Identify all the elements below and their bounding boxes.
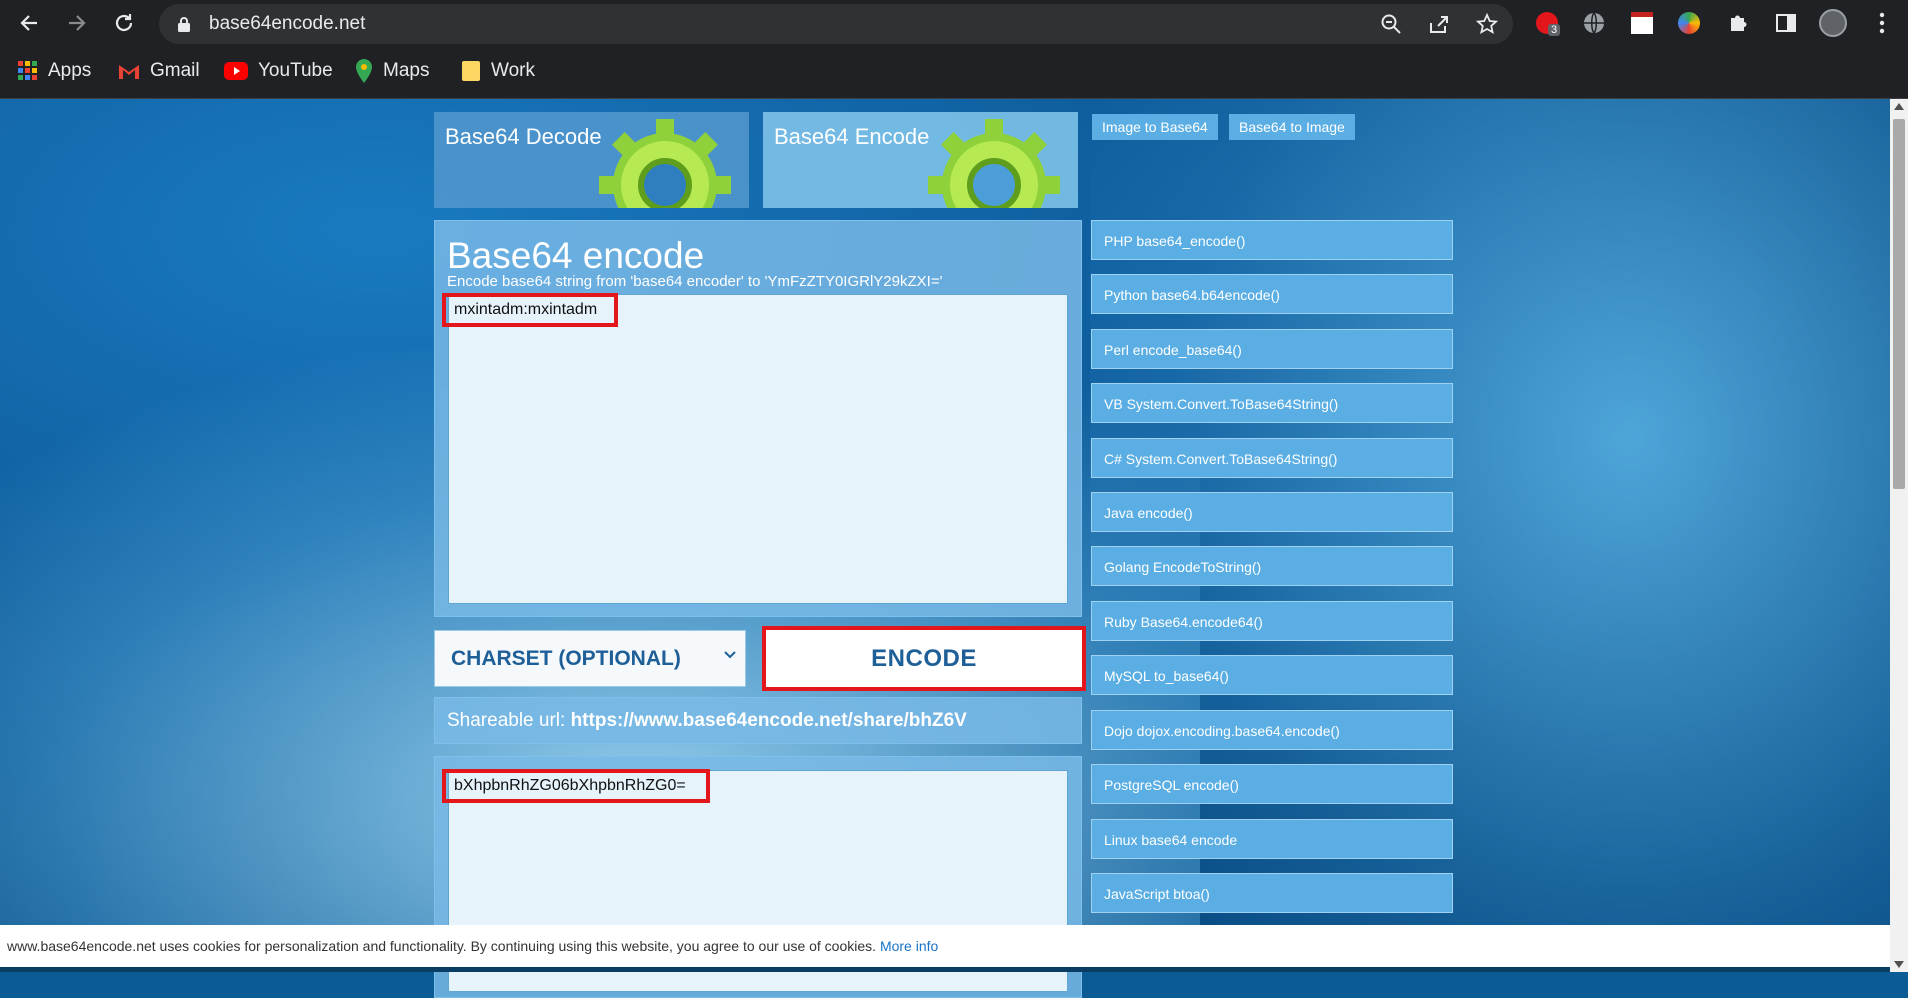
- cookie-banner: www.base64encode.net uses cookies for pe…: [0, 925, 1890, 967]
- folder-icon: [462, 61, 480, 81]
- charset-label: CHARSET (OPTIONAL): [451, 647, 681, 670]
- side-link-postgresql[interactable]: PostgreSQL encode(): [1091, 764, 1453, 804]
- extension-badge: 3: [1548, 24, 1561, 36]
- more-info-link[interactable]: More info: [880, 938, 938, 954]
- arrow-right-icon: [69, 15, 86, 31]
- globe-icon[interactable]: [1580, 9, 1608, 37]
- side-link-vb[interactable]: VB System.Convert.ToBase64String(): [1091, 383, 1453, 423]
- side-link-dojo[interactable]: Dojo dojox.encoding.base64.encode(): [1091, 710, 1453, 750]
- url-text[interactable]: base64encode.net: [209, 13, 365, 35]
- apps-grid-icon: [18, 61, 37, 80]
- reload-button[interactable]: [107, 6, 141, 40]
- encode-panel: Base64 encode Encode base64 string from …: [434, 220, 1082, 617]
- side-link-ruby[interactable]: Ruby Base64.encode64(): [1091, 601, 1453, 641]
- side-link-php[interactable]: PHP base64_encode(): [1091, 220, 1453, 260]
- gear-icon: [928, 119, 1060, 208]
- bookmark-maps[interactable]: Maps: [355, 58, 429, 84]
- bookmark-youtube[interactable]: YouTube: [224, 58, 333, 84]
- maps-pin-icon: [356, 59, 372, 83]
- bookmark-label: Gmail: [150, 60, 200, 81]
- puzzle-icon[interactable]: [1724, 9, 1752, 37]
- arrow-left-icon: [20, 15, 37, 31]
- tile-title: Base64 Decode: [445, 124, 602, 149]
- back-button[interactable]: [12, 6, 46, 40]
- side-link-python[interactable]: Python base64.b64encode(): [1091, 274, 1453, 314]
- share-url-link[interactable]: https://www.base64encode.net/share/bhZ6V: [571, 710, 967, 731]
- side-link-csharp[interactable]: C# System.Convert.ToBase64String(): [1091, 438, 1453, 478]
- bookmark-label: YouTube: [258, 60, 333, 81]
- bookmark-apps[interactable]: Apps: [18, 58, 91, 84]
- side-link-perl[interactable]: Perl encode_base64(): [1091, 329, 1453, 369]
- zoom-icon[interactable]: [1379, 12, 1403, 36]
- base64-to-image-button[interactable]: Base64 to Image: [1229, 114, 1355, 140]
- scroll-down-icon[interactable]: [1894, 961, 1904, 968]
- output-highlight-box: [442, 769, 710, 803]
- youtube-icon: [224, 62, 248, 80]
- side-link-javascript[interactable]: JavaScript btoa(): [1091, 873, 1453, 913]
- profile-avatar-icon[interactable]: [1819, 9, 1847, 37]
- chevron-down-icon: [724, 651, 736, 659]
- charset-select[interactable]: CHARSET (OPTIONAL): [434, 630, 746, 687]
- tile-base64-decode[interactable]: Base64 Decode: [434, 112, 749, 208]
- browser-toolbar: base64encode.net 3: [0, 0, 1908, 46]
- encode-button[interactable]: ENCODE: [762, 626, 1086, 691]
- input-textarea[interactable]: mxintadm:mxintadm: [448, 294, 1068, 604]
- side-link-mysql[interactable]: MySQL to_base64(): [1091, 655, 1453, 695]
- gear-icon: [599, 119, 731, 208]
- cookie-text: www.base64encode.net uses cookies for pe…: [7, 938, 938, 954]
- address-bar[interactable]: base64encode.net: [159, 4, 1513, 44]
- input-highlight-box: [442, 293, 618, 327]
- extension-adblock-icon[interactable]: 3: [1533, 9, 1561, 37]
- cookie-message: www.base64encode.net uses cookies for pe…: [7, 938, 877, 954]
- page-scrollbar[interactable]: [1890, 99, 1908, 972]
- bookmark-work[interactable]: Work: [461, 58, 535, 84]
- side-panel-icon[interactable]: [1772, 9, 1800, 37]
- side-link-golang[interactable]: Golang EncodeToString(): [1091, 546, 1453, 586]
- bookmark-gmail[interactable]: Gmail: [118, 58, 200, 84]
- scroll-up-icon[interactable]: [1894, 103, 1904, 110]
- share-icon[interactable]: [1427, 12, 1451, 36]
- menu-kebab-icon[interactable]: [1868, 9, 1896, 37]
- page-title: Base64 encode: [447, 235, 705, 276]
- panel-subtitle: Encode base64 string from 'base64 encode…: [447, 273, 943, 290]
- forward-button[interactable]: [60, 6, 94, 40]
- share-label: Shareable url: https://www.base64encode.…: [447, 710, 967, 732]
- image-to-base64-button[interactable]: Image to Base64: [1092, 114, 1218, 140]
- reload-icon: [115, 14, 133, 32]
- bookmark-label: Apps: [48, 60, 92, 81]
- tile-title: Base64 Encode: [774, 124, 930, 149]
- bookmark-label: Work: [491, 60, 535, 81]
- bookmark-star-icon[interactable]: [1475, 12, 1499, 36]
- calendar-extension-icon[interactable]: [1628, 9, 1656, 37]
- lock-icon: [178, 17, 190, 32]
- side-link-linux[interactable]: Linux base64 encode: [1091, 819, 1453, 859]
- side-link-java[interactable]: Java encode(): [1091, 492, 1453, 532]
- encode-button-label: ENCODE: [871, 644, 977, 672]
- gmail-icon: [119, 64, 139, 79]
- share-bar: Shareable url: https://www.base64encode.…: [434, 697, 1082, 744]
- share-label-text: Shareable url:: [447, 710, 566, 731]
- colorful-extension-icon[interactable]: [1675, 9, 1703, 37]
- scroll-thumb[interactable]: [1893, 119, 1905, 489]
- bookmarks-bar: Apps Gmail YouTube Maps Work: [0, 46, 1908, 99]
- tile-base64-encode[interactable]: Base64 Encode: [763, 112, 1078, 208]
- bookmark-label: Maps: [383, 60, 430, 81]
- taskbar-strip: [0, 967, 1890, 972]
